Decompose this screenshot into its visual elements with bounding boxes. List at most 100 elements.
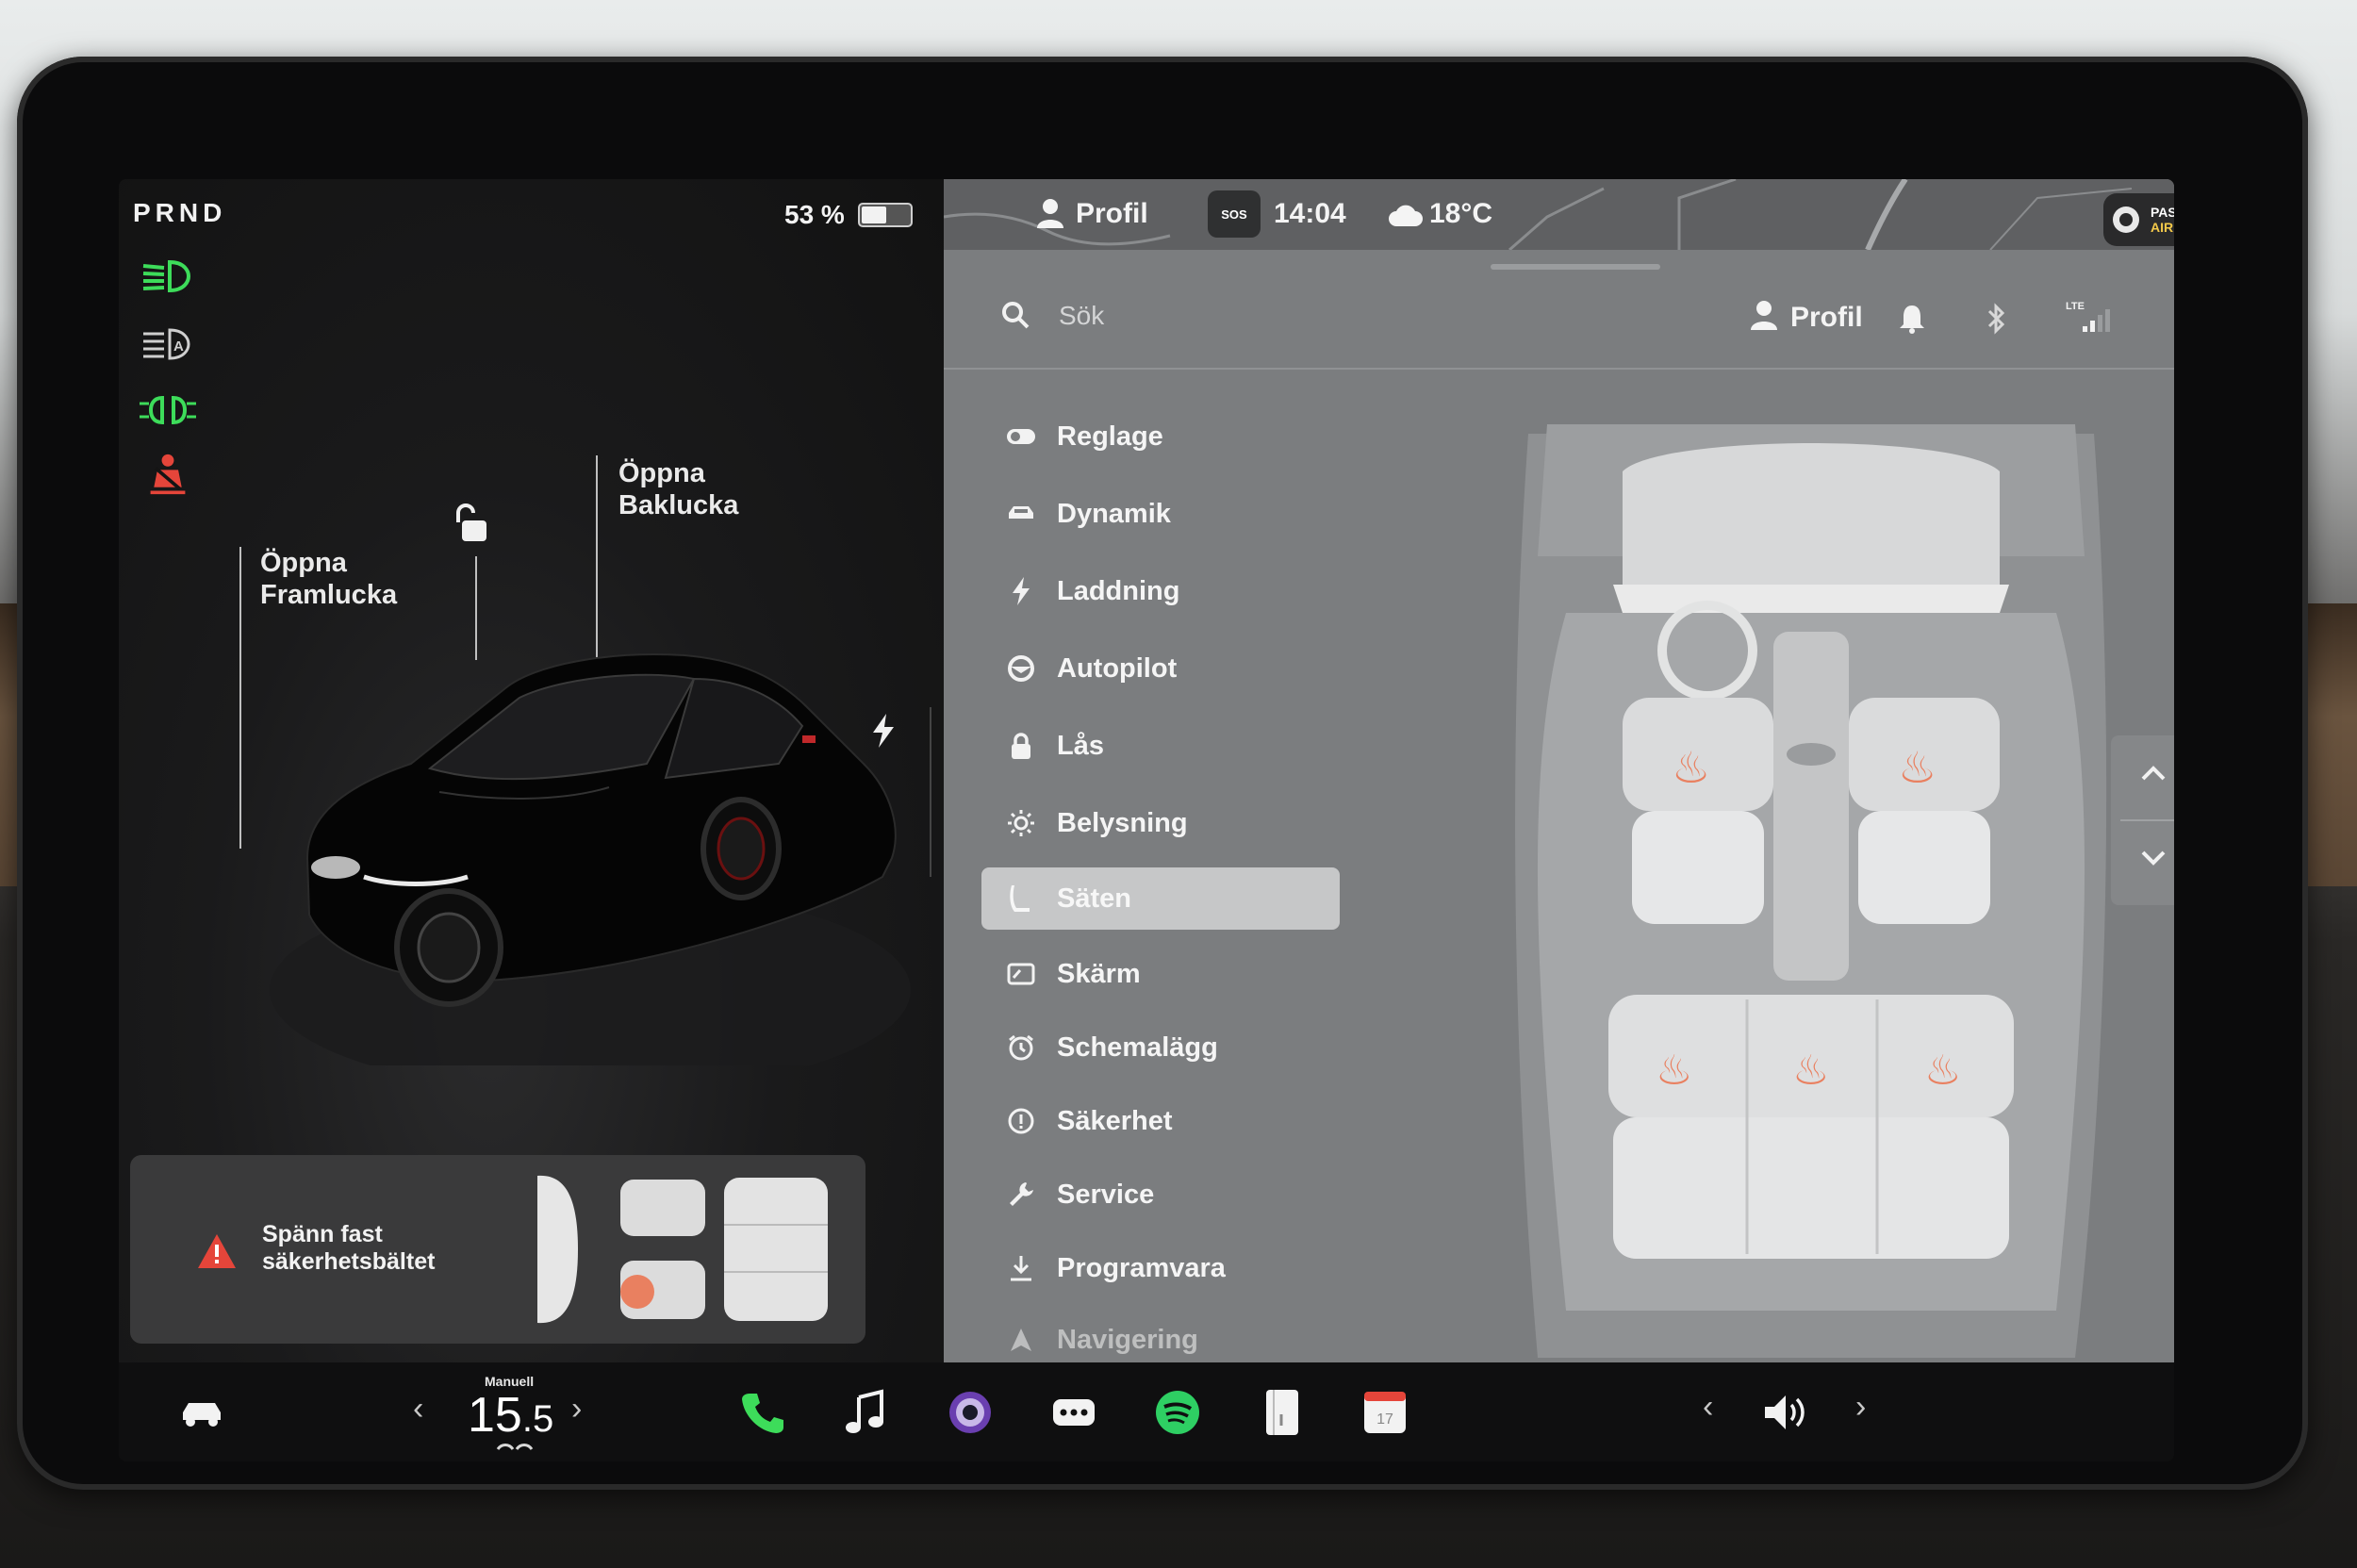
menu-item-label: Säten	[1057, 883, 1131, 914]
bottom-dock: ‹ Manuell 15.5 › 17 ‹ ›	[119, 1362, 2174, 1461]
menu-item-label: Programvara	[1057, 1252, 1226, 1283]
defrost-icon	[496, 1444, 534, 1450]
warning-triangle-icon	[198, 1234, 236, 1268]
search-icon[interactable]	[1000, 300, 1030, 330]
menu-item-label: Skärm	[1057, 958, 1141, 989]
airbag-icon	[2113, 206, 2139, 233]
svg-text:LTE: LTE	[2066, 301, 2085, 312]
menu-item-label: Service	[1057, 1179, 1155, 1210]
car-3d-view	[270, 653, 911, 1065]
menu-item-label: Schemalägg	[1057, 1032, 1218, 1063]
seat-occupancy-diagram	[537, 1175, 828, 1324]
menu-item-label: Dynamik	[1057, 498, 1171, 529]
display-icon	[1000, 962, 1042, 986]
open-trunk-label[interactable]: Öppna Baklucka	[618, 457, 738, 521]
menu-item-reglage[interactable]: Reglage	[981, 405, 1340, 468]
open-trunk-line2: Baklucka	[618, 490, 739, 520]
open-trunk-line1: Öppna	[618, 458, 705, 488]
map-status-bar[interactable]: Profil SOS 14:04 18°C PASSENGER AIRBAG O…	[944, 179, 2174, 250]
clock: 14:04	[1274, 198, 1346, 229]
menu-item-label: Säkerhet	[1057, 1105, 1173, 1136]
steering-wheel-icon	[1000, 654, 1042, 683]
frunk-callout-line	[239, 547, 241, 849]
manual-icon[interactable]	[1255, 1386, 1308, 1439]
alarm-icon	[1000, 1033, 1042, 1062]
settings-panel: Profil SOS 14:04 18°C PASSENGER AIRBAG O…	[944, 179, 2174, 1362]
low-beam-icon	[142, 259, 191, 293]
airbag-line1: PASSENGER	[2151, 205, 2174, 220]
passenger-airbag-indicator: PASSENGER AIRBAG ON	[2103, 193, 2174, 246]
airbag-line2: AIRBAG ON	[2151, 220, 2174, 235]
search-input[interactable]	[1057, 294, 1391, 338]
seatbelt-alert-card[interactable]: Spänn fast säkerhetsbältet	[130, 1155, 865, 1344]
seat-heater-view: ♨ ♨ ♨ ♨ ♨	[1515, 424, 2107, 1358]
volume-icon[interactable]	[1759, 1386, 1812, 1439]
status-profile-label[interactable]: Profil	[1076, 198, 1148, 230]
menu-item-autopilot[interactable]: Autopilot	[981, 637, 1340, 700]
volume-decrease-button[interactable]: ‹	[1703, 1389, 1713, 1426]
menu-item-skrm[interactable]: Skärm	[981, 943, 1340, 1005]
svg-text:A: A	[173, 338, 184, 355]
car-icon[interactable]	[175, 1386, 228, 1439]
wrench-icon	[1000, 1180, 1042, 1209]
menu-item-programvara[interactable]: Programvara	[981, 1237, 1340, 1299]
menu-item-label: Autopilot	[1057, 652, 1178, 684]
alert-line2: säkerhetsbältet	[262, 1248, 436, 1275]
lte-signal-icon: LTE	[2066, 301, 2110, 332]
seat-scroll-control	[2111, 735, 2174, 905]
temp-whole: 15	[468, 1388, 522, 1443]
menu-item-label: Belysning	[1057, 807, 1188, 838]
car-status-panel: PRND 53 % A Öppna Baklucka Öppna Framluc…	[119, 179, 944, 1362]
menu-item-ls[interactable]: Lås	[981, 715, 1340, 777]
drawer-handle[interactable]	[1491, 264, 1660, 270]
rear-center-seat-heat-icon: ♨	[1792, 1047, 1829, 1095]
profile-icon	[1751, 301, 1777, 330]
menu-item-belysning[interactable]: Belysning	[981, 792, 1340, 854]
menu-item-laddning[interactable]: Laddning	[981, 560, 1340, 622]
menu-item-label: Navigering	[1057, 1324, 1198, 1355]
auto-high-beam-icon: A	[143, 328, 190, 360]
rear-bench-seat[interactable]: ♨ ♨ ♨	[1608, 995, 2014, 1259]
menu-item-schemalgg[interactable]: Schemalägg	[981, 1016, 1340, 1079]
chevron-down-icon[interactable]	[2139, 849, 2167, 867]
seatbelt-warning-icon	[150, 454, 186, 495]
driver-seat-heat-icon: ♨	[1672, 742, 1710, 793]
chevron-up-icon[interactable]	[2139, 764, 2167, 783]
seatbelt-alert-text: Spänn fast säkerhetsbältet	[262, 1221, 435, 1276]
menu-item-sten[interactable]: Säten	[981, 867, 1340, 930]
scroll-divider	[2120, 819, 2174, 821]
sos-button[interactable]: SOS	[1208, 190, 1261, 238]
phone-icon[interactable]	[736, 1386, 789, 1439]
menu-item-service[interactable]: Service	[981, 1164, 1340, 1226]
spotify-icon[interactable]	[1151, 1386, 1204, 1439]
bluetooth-icon[interactable]	[1986, 302, 2008, 336]
cabin-temperature[interactable]: 15.5	[468, 1387, 553, 1444]
menu-item-label: Reglage	[1057, 421, 1163, 452]
camera-icon[interactable]	[944, 1386, 997, 1439]
volume-increase-button[interactable]: ›	[1855, 1389, 1866, 1426]
temp-decrease-button[interactable]: ‹	[413, 1391, 423, 1428]
rear-left-seat-heat-icon: ♨	[1656, 1047, 1692, 1095]
profile-icon	[1037, 199, 1063, 228]
search-profile-button[interactable]: Profil	[1790, 302, 1863, 334]
unlock-icon[interactable]	[449, 500, 494, 547]
touchscreen: PRND 53 % A Öppna Baklucka Öppna Framluc…	[119, 179, 2174, 1461]
toggle-icon	[1000, 426, 1042, 447]
music-note-icon[interactable]	[840, 1386, 893, 1439]
battery-icon	[857, 203, 913, 227]
temp-increase-button[interactable]: ›	[571, 1391, 582, 1428]
more-apps-icon[interactable]	[1047, 1386, 1100, 1439]
settings-search-bar: Profil LTE	[944, 273, 2174, 370]
sun-icon	[1000, 809, 1042, 837]
menu-item-dynamik[interactable]: Dynamik	[981, 483, 1340, 545]
bell-icon[interactable]	[1898, 304, 1926, 334]
temp-decimal: .5	[521, 1398, 554, 1440]
menu-item-label: Lås	[1057, 730, 1104, 761]
navigation-icon	[1000, 1327, 1042, 1353]
menu-item-skerhet[interactable]: Säkerhet	[981, 1090, 1340, 1152]
rear-right-seat-heat-icon: ♨	[1924, 1047, 1961, 1095]
seat-icon	[1000, 883, 1042, 914]
svg-text:17: 17	[1376, 1411, 1393, 1428]
menu-item-label: Laddning	[1057, 575, 1180, 606]
calendar-icon[interactable]: 17	[1359, 1386, 1411, 1439]
